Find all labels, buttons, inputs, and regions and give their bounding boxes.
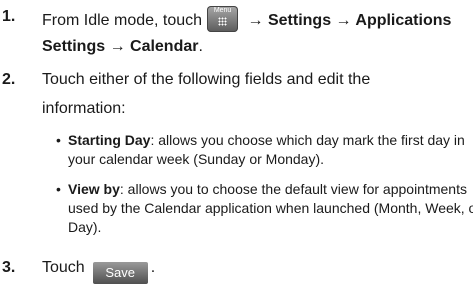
step-3-text: Touch: [42, 259, 85, 276]
grid-icon: [218, 17, 228, 26]
step-2-line-2: information:: [42, 100, 126, 117]
step-number: 1.: [2, 8, 16, 25]
bullet-line: Day).: [68, 219, 102, 235]
bullet-term: Starting Day: [68, 132, 151, 148]
bullet-line: used by the Calendar application when la…: [68, 200, 473, 216]
menu-icon-label: Menu: [213, 7, 232, 14]
step-1-text: From Idle mode, touch: [42, 12, 203, 29]
bullet-line: your calendar week (Sunday or Monday).: [68, 151, 325, 167]
step-1-path-continued: Settings → Calendar: [42, 38, 199, 55]
instruction-page: 1. From Idle mode, touch Menu → Settings …: [0, 0, 473, 284]
step-2-line-1: Touch either of the following fields and…: [42, 71, 371, 88]
step-3-period: .: [150, 259, 156, 276]
step-1-line-1: From Idle mode, touch Menu → Settings → A…: [42, 6, 451, 32]
step-number: 2.: [2, 71, 16, 88]
step-1-path: → Settings → Applications: [243, 12, 452, 29]
step-3-line-1: Touch Save.: [42, 257, 155, 284]
step-number: 3.: [2, 259, 16, 276]
step-1-line-2: Settings → Calendar.: [42, 36, 203, 58]
bullet-text: : allows you to choose the default view …: [119, 181, 467, 197]
bullet-dot-icon: •: [56, 181, 61, 197]
bullet-text: : allows you choose which day mark the f…: [150, 132, 465, 148]
bullet-dot-icon: •: [56, 132, 61, 148]
step-1-period: .: [198, 38, 203, 55]
bullet-line: View by: allows you to choose the defaul…: [68, 179, 467, 199]
menu-icon: Menu: [207, 6, 239, 32]
save-button[interactable]: Save: [92, 262, 148, 284]
bullet-term: View by: [68, 181, 120, 197]
bullet-line: Starting Day: allows you choose which da…: [68, 130, 465, 150]
